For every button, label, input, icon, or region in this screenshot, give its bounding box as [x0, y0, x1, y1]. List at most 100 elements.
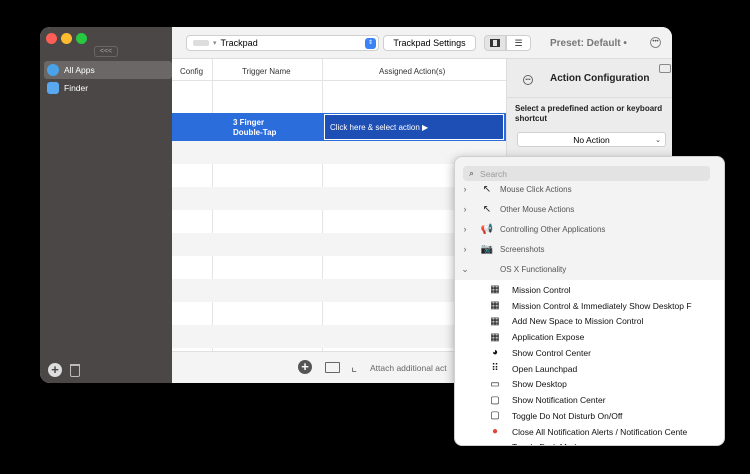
action-list-item[interactable]: ▦ Application Expose	[455, 329, 724, 345]
action-list-item[interactable]: ▦ Mission Control & Immediately Show Desk…	[455, 298, 724, 314]
action-list: ▦ Mission Control ▦ Mission Control & Immed…	[455, 280, 724, 445]
monitor-icon: ▭	[490, 378, 500, 390]
trackpad-icon	[193, 40, 209, 46]
category-row[interactable]: › 📢 Controlling Other Applications	[455, 219, 724, 239]
grid-icon: ▦	[490, 331, 500, 343]
action-label: Open Launchpad	[512, 363, 578, 374]
category-label: Screenshots	[500, 244, 545, 254]
disclosure-icon[interactable]: ›	[458, 244, 472, 254]
action-list-item[interactable]: ▢ Toggle Do Not Disturb On/Off	[455, 408, 724, 424]
panel-title: Action Configuration	[550, 73, 650, 84]
chevron-down-icon: ▾	[213, 40, 217, 47]
category-row[interactable]: › 📷 Screenshots	[455, 239, 724, 259]
preset-selector[interactable]: Preset: Default •	[550, 38, 627, 49]
globe-icon	[47, 64, 59, 76]
trackpad-settings-button[interactable]: Trackpad Settings	[383, 35, 476, 51]
more-options-icon[interactable]: •••	[523, 75, 533, 85]
column-header-trigger-name[interactable]: Trigger Name	[242, 67, 291, 76]
zoom-window-button[interactable]	[76, 33, 87, 44]
camera-icon: 📷	[480, 243, 494, 255]
trigger-name-line: 3 Finger	[233, 118, 265, 127]
category-label: OS X Functionality	[500, 264, 567, 274]
add-app-icon[interactable]: +	[48, 363, 62, 377]
list-icon: ☰	[514, 37, 523, 48]
sidebar-item-label: All Apps	[64, 65, 95, 75]
action-label: Show Control Center	[512, 347, 591, 358]
action-list-item[interactable]: ▬ Toggle Dark Mode	[455, 440, 724, 445]
speech-bubble-icon: ▢	[490, 394, 500, 406]
collapse-sidebar-button[interactable]: <<<	[94, 46, 118, 57]
grid-icon: ▦	[490, 300, 500, 312]
minimize-window-button[interactable]	[61, 33, 72, 44]
category-label: Mouse Click Actions	[500, 184, 572, 194]
toolbar: ▾ Trackpad ⇕ Trackpad Settings ☰ Preset:…	[172, 27, 672, 59]
action-select-value: No Action	[573, 134, 610, 145]
panel-toggle-icon[interactable]	[659, 64, 671, 73]
table-header: Config Trigger Name Assigned Action(s)	[172, 59, 506, 81]
disclosure-icon[interactable]: ›	[458, 224, 472, 234]
action-label: Show Notification Center	[512, 395, 606, 406]
sidebar-item-all-apps[interactable]: All Apps	[44, 61, 172, 79]
gauge-icon: ◕	[491, 347, 499, 359]
category-row[interactable]: › ↖ Mouse Click Actions	[455, 179, 724, 199]
trash-icon[interactable]	[70, 364, 80, 377]
search-icon: ⌕	[469, 168, 475, 178]
megaphone-icon: 📢	[480, 223, 494, 235]
add-trigger-icon[interactable]: +	[298, 360, 312, 374]
preset-dot: •	[623, 38, 627, 49]
action-label: Application Expose	[512, 332, 585, 343]
action-label: Mission Control	[512, 284, 571, 295]
action-list-item[interactable]: ⠿ Open Launchpad	[455, 361, 724, 377]
disclosure-icon[interactable]: ›	[458, 184, 472, 194]
action-list-item[interactable]: ▦ Mission Control	[455, 282, 724, 298]
attach-action-icon[interactable]: ⌞	[351, 359, 357, 375]
action-list-item[interactable]: ◕ Show Control Center	[455, 345, 724, 361]
device-label: Trackpad	[220, 38, 258, 48]
table-row	[172, 81, 506, 113]
column-view-button[interactable]	[484, 35, 506, 51]
sidebar: <<< All Apps Finder +	[40, 27, 172, 383]
disclosure-icon[interactable]: ›	[458, 204, 472, 214]
category-row[interactable]: ⌄ OS X Functionality	[455, 259, 724, 279]
list-view-button[interactable]: ☰	[506, 35, 531, 51]
action-list-item[interactable]: ▭ Show Desktop	[455, 377, 724, 393]
cursor-icon: ↖	[482, 203, 492, 215]
sidebar-footer: +	[48, 363, 80, 377]
panel-label: Select a predefined action or keyboard s…	[515, 104, 663, 123]
sidebar-item-label: Finder	[64, 83, 89, 93]
action-list-item[interactable]: ▢ Show Notification Center	[455, 392, 724, 408]
finder-icon	[47, 82, 59, 94]
dots-grid-icon: ⠿	[491, 363, 499, 375]
action-label: Toggle Do Not Disturb On/Off	[512, 410, 623, 421]
more-options-icon[interactable]: •••	[650, 37, 661, 48]
action-label: Show Desktop	[512, 379, 567, 390]
trigger-name-line: Double-Tap	[233, 128, 277, 137]
action-label: Close All Notification Alerts / Notifica…	[512, 426, 688, 437]
action-label: Add New Space to Mission Control	[512, 316, 644, 327]
grid-icon: ▦	[490, 284, 500, 296]
column-header-config[interactable]: Config	[180, 67, 203, 76]
trigger-name: 3 Finger Double-Tap	[233, 118, 276, 138]
action-list-item[interactable]: ● Close All Notification Alerts / Notific…	[455, 424, 724, 440]
action-popup-menu: ⌕ Search › ↖ Mouse Click Actions › ↖ Other Mo…	[454, 156, 725, 446]
sidebar-item-finder[interactable]: Finder	[44, 79, 172, 97]
action-label: Mission Control & Immediately Show Deskt…	[512, 300, 692, 311]
category-label: Other Mouse Actions	[500, 204, 575, 214]
add-folder-icon[interactable]	[325, 362, 340, 373]
assign-action-button[interactable]: Click here & select action ▶	[324, 114, 504, 140]
grid-icon: ▦	[490, 315, 500, 327]
red-circle-icon: ●	[491, 426, 499, 438]
device-select[interactable]: ▾ Trackpad ⇕	[186, 35, 379, 51]
close-window-button[interactable]	[46, 33, 57, 44]
monitor-icon: ▬	[488, 442, 502, 445]
action-select[interactable]: No Action ⌄	[517, 132, 666, 147]
action-list-item[interactable]: ▦ Add New Space to Mission Control	[455, 314, 724, 330]
cursor-icon: ↖	[482, 183, 492, 195]
column-header-assigned-actions[interactable]: Assigned Action(s)	[379, 67, 445, 76]
category-row[interactable]: › ↖ Other Mouse Actions	[455, 199, 724, 219]
attach-action-label[interactable]: Attach additional act	[370, 363, 447, 373]
category-label: Controlling Other Applications	[500, 224, 606, 234]
search-placeholder: Search	[480, 168, 507, 179]
disclosure-icon[interactable]: ⌄	[458, 264, 472, 275]
action-label: Toggle Dark Mode	[512, 442, 581, 445]
